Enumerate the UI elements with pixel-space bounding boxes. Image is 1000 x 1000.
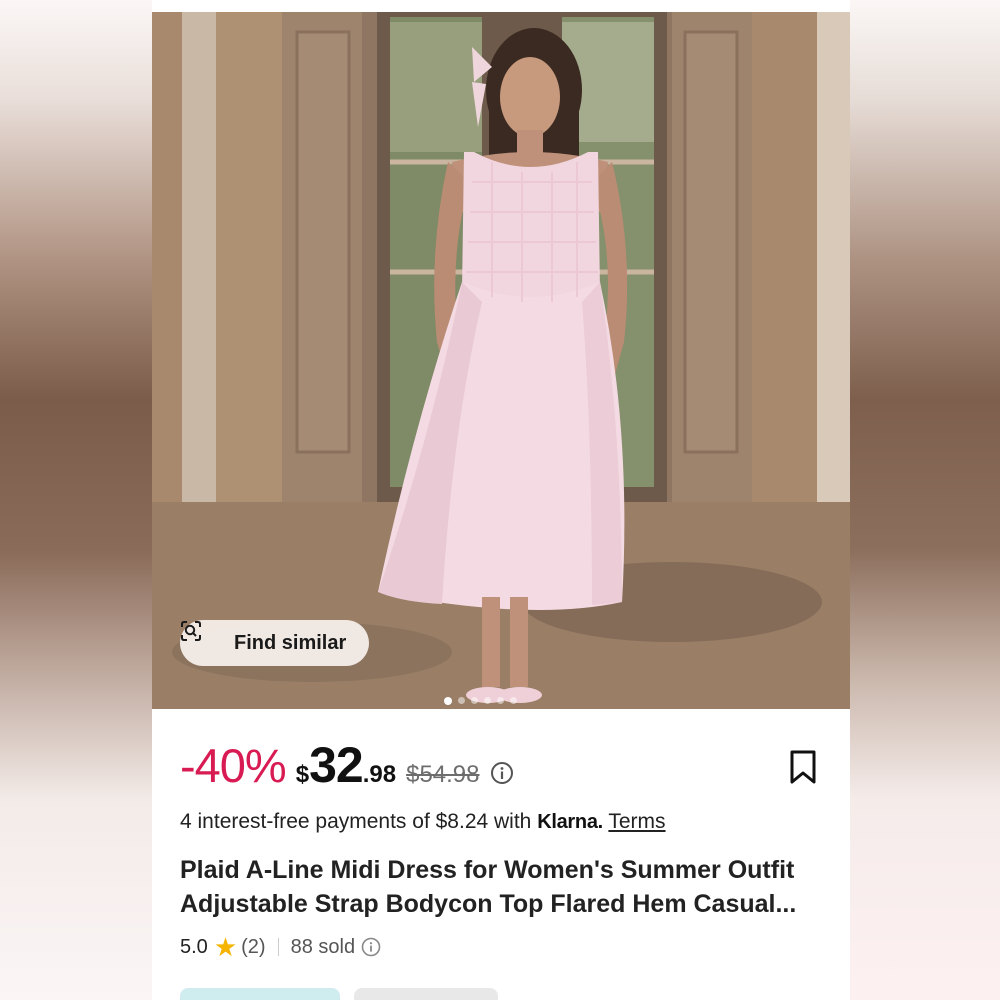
klarna-logo: Klarna. — [537, 811, 603, 833]
gallery-dot[interactable] — [444, 697, 452, 705]
installments-row: 4 interest-free payments of $8.24 with K… — [180, 810, 666, 834]
gallery-pagination — [444, 697, 517, 705]
info-icon[interactable] — [490, 761, 514, 785]
blurred-background-left — [0, 0, 152, 1000]
divider — [277, 938, 279, 956]
rating-row: 5.0 ★ (2) 88 sold — [180, 934, 381, 960]
price-cents: .98 — [362, 761, 397, 788]
installments-text: 4 interest-free payments of $8.24 with — [180, 810, 532, 833]
tag-chips — [180, 988, 498, 1000]
tag-chip[interactable] — [180, 988, 340, 1000]
bookmark-icon[interactable] — [788, 749, 818, 785]
find-similar-label: Find similar — [234, 631, 347, 654]
rating-value: 5.0 — [180, 935, 208, 958]
blurred-background-right — [848, 0, 1000, 1000]
terms-link[interactable]: Terms — [608, 810, 665, 833]
price-integer: 32 — [309, 737, 364, 793]
gallery-dot[interactable] — [484, 697, 491, 704]
product-card: Find similar -40% $ 32 .98 $54.98 4 inte… — [152, 0, 850, 1000]
gallery-dot[interactable] — [510, 697, 517, 704]
image-search-icon — [181, 621, 224, 654]
gallery-dot[interactable] — [471, 697, 478, 704]
discount-badge: -40% — [180, 739, 287, 792]
price-currency: $ — [295, 761, 310, 788]
tag-chip[interactable] — [354, 988, 498, 1000]
dress-photo-illustration — [152, 12, 850, 709]
info-icon[interactable] — [361, 937, 381, 957]
original-price: $54.98 — [406, 761, 480, 788]
find-similar-button[interactable]: Find similar — [180, 620, 369, 666]
product-image[interactable]: Find similar — [152, 12, 850, 709]
rating-count[interactable]: (2) — [241, 936, 265, 959]
gallery-dot[interactable] — [458, 697, 465, 704]
price-row: -40% $ 32 .98 $54.98 — [180, 736, 514, 796]
star-icon: ★ — [213, 932, 238, 962]
gallery-dot[interactable] — [497, 697, 504, 704]
product-title[interactable]: Plaid A-Line Midi Dress for Women's Summ… — [180, 853, 830, 921]
sold-count: 88 sold — [290, 935, 356, 958]
